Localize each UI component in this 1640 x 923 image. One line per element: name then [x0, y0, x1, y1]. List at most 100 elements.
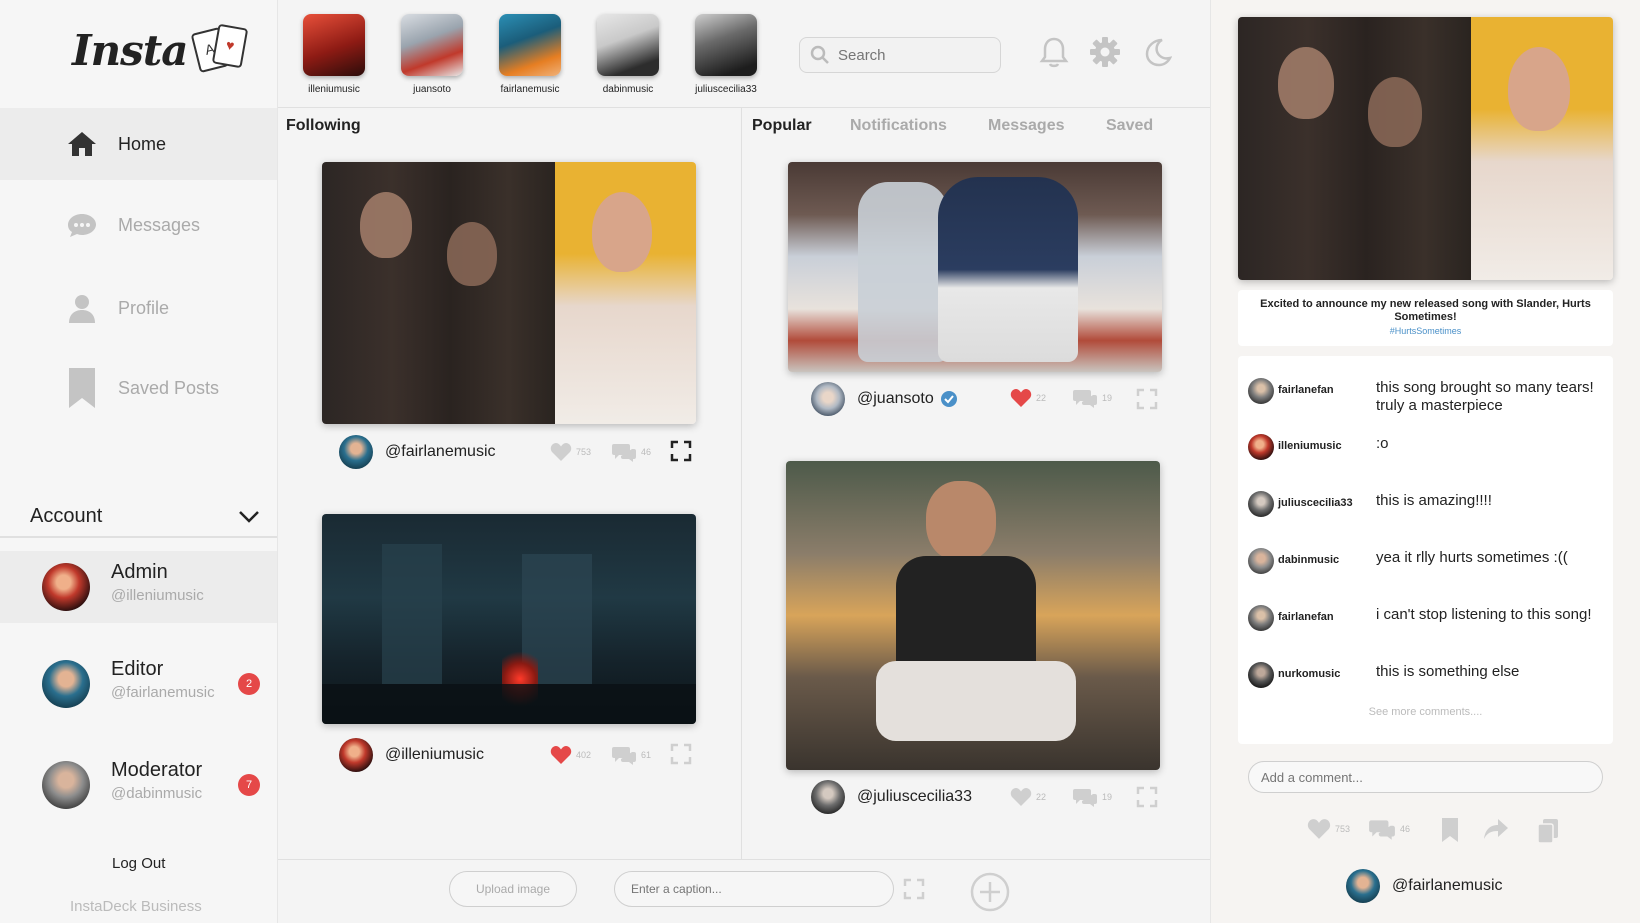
like-button[interactable]: 753 — [1307, 818, 1350, 840]
sidebar-item-messages[interactable]: Messages — [0, 189, 277, 261]
detail-caption: Excited to announce my new released song… — [1238, 290, 1613, 346]
sidebar-item-home[interactable]: Home — [0, 108, 277, 180]
comment-user[interactable]: dabinmusic — [1278, 554, 1339, 566]
post-image[interactable] — [788, 162, 1162, 372]
story-item[interactable]: dabinmusic — [588, 14, 668, 95]
story-item[interactable]: fairlanemusic — [490, 14, 570, 95]
like-button[interactable]: 22 — [1010, 388, 1046, 408]
post-image[interactable] — [322, 514, 696, 724]
image-left — [322, 162, 555, 424]
logo[interactable]: Insta A ♥ — [72, 22, 251, 78]
comment-list: fairlanefan this song brought so many te… — [1238, 356, 1613, 744]
tab-notifications[interactable]: Notifications — [850, 117, 947, 135]
post-author[interactable]: @juliuscecilia33 — [811, 780, 972, 814]
bell-icon[interactable] — [1036, 34, 1072, 70]
avatar — [1248, 605, 1274, 631]
story-item[interactable]: juansoto — [392, 14, 472, 95]
caption-text: Excited to announce my new released song… — [1260, 298, 1591, 323]
divider — [741, 107, 742, 859]
logo-text: Insta — [72, 25, 188, 75]
image-face — [360, 192, 412, 258]
moon-icon[interactable] — [1139, 34, 1175, 70]
sidebar-item-profile[interactable]: Profile — [0, 272, 277, 344]
comment-button[interactable]: 46 — [611, 442, 651, 462]
gear-icon[interactable] — [1087, 34, 1123, 70]
post-author[interactable]: @illeniumusic — [339, 738, 484, 772]
post-card[interactable] — [322, 162, 696, 424]
upload-image-button[interactable]: Upload image — [449, 871, 577, 907]
comment-user[interactable]: illeniumusic — [1278, 440, 1342, 452]
playing-cards-icon: A ♥ — [191, 22, 251, 78]
image-batter — [938, 177, 1078, 362]
account-item-admin[interactable]: Admin @illeniumusic — [0, 551, 277, 623]
expand-icon[interactable] — [1136, 786, 1158, 808]
sidebar-item-saved-posts[interactable]: Saved Posts — [0, 352, 277, 424]
post-image[interactable] — [322, 162, 696, 424]
post-handle: @fairlanemusic — [385, 443, 496, 460]
expand-icon[interactable] — [903, 878, 925, 900]
post-author[interactable]: @fairlanemusic — [339, 435, 496, 469]
account-role: Editor — [111, 658, 164, 680]
image-building — [382, 544, 442, 684]
account-dropdown[interactable]: Account — [30, 505, 260, 528]
post-author[interactable]: @juansoto — [811, 382, 958, 416]
share-icon[interactable] — [1483, 818, 1509, 840]
comment-user[interactable]: nurkomusic — [1278, 668, 1340, 680]
hashtag-link[interactable]: #HurtsSometimes — [1250, 326, 1601, 336]
tab-messages[interactable]: Messages — [988, 117, 1065, 135]
comment-user[interactable]: juliuscecilia33 — [1278, 497, 1353, 509]
detail-author[interactable]: @fairlanemusic — [1346, 869, 1503, 903]
heart-icon — [1010, 788, 1032, 806]
avatar — [1248, 662, 1274, 688]
comment-text: this is something else — [1376, 663, 1520, 680]
tab-popular[interactable]: Popular — [752, 117, 812, 135]
image-face — [592, 192, 652, 272]
add-comment-input[interactable] — [1248, 761, 1603, 793]
tab-saved[interactable]: Saved — [1106, 117, 1153, 135]
story-name: illeniumusic — [308, 84, 360, 95]
comment-button[interactable]: 19 — [1072, 787, 1112, 807]
comment-user[interactable]: fairlanefan — [1278, 611, 1334, 623]
copy-icon[interactable] — [1537, 818, 1559, 844]
post-card[interactable] — [786, 461, 1160, 770]
like-count: 22 — [1036, 792, 1047, 802]
post-card[interactable] — [322, 514, 696, 724]
expand-icon[interactable] — [670, 743, 692, 765]
post-image[interactable] — [786, 461, 1160, 770]
avatar — [42, 660, 90, 708]
post-card[interactable] — [788, 162, 1162, 372]
comment-user[interactable]: fairlanefan — [1278, 384, 1334, 396]
sidebar: Insta A ♥ Home Messages Profile Saved Po… — [0, 0, 278, 923]
bookmark-icon — [64, 368, 100, 408]
expand-icon[interactable] — [1136, 388, 1158, 410]
comments-icon — [1369, 820, 1395, 840]
like-button[interactable]: 402 — [550, 745, 591, 765]
comments-icon — [612, 444, 636, 462]
avatar — [1248, 548, 1274, 574]
caption-input[interactable] — [614, 871, 894, 907]
story-item[interactable]: juliuscecilia33 — [686, 14, 766, 95]
add-post-icon[interactable] — [970, 872, 1010, 912]
post-handle: @juansoto — [857, 390, 934, 407]
like-button[interactable]: 753 — [550, 442, 591, 462]
account-item-editor[interactable]: Editor @fairlanemusic 2 — [0, 648, 277, 720]
see-more-comments-link[interactable]: See more comments.... — [1238, 706, 1613, 718]
comment-button[interactable]: 61 — [611, 745, 651, 765]
like-count: 402 — [576, 750, 592, 760]
story-item[interactable]: illeniumusic — [294, 14, 374, 95]
story-name: juliuscecilia33 — [695, 84, 757, 95]
logout-link[interactable]: Log Out — [112, 855, 165, 872]
bookmark-icon[interactable] — [1440, 818, 1460, 842]
account-handle: @fairlanemusic — [111, 684, 215, 701]
expand-icon[interactable] — [670, 440, 692, 462]
search-input[interactable] — [838, 46, 988, 64]
comment-button[interactable]: 46 — [1368, 818, 1410, 840]
search-box[interactable] — [799, 37, 1001, 73]
like-button[interactable]: 22 — [1010, 787, 1046, 807]
comment-button[interactable]: 19 — [1072, 388, 1112, 408]
heart-icon — [550, 746, 572, 764]
post-handle: @illeniumusic — [385, 746, 484, 763]
detail-image[interactable] — [1238, 17, 1613, 280]
account-item-moderator[interactable]: Moderator @dabinmusic 7 — [0, 749, 277, 821]
business-label: InstaDeck Business — [70, 898, 202, 915]
